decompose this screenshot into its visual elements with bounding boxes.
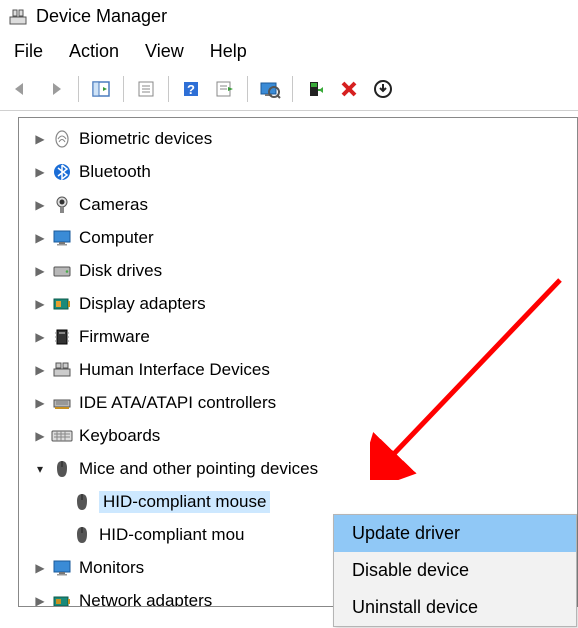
tree-label: HID-compliant mouse [99, 491, 270, 513]
tree-item-computer[interactable]: ▶ Computer [31, 221, 577, 254]
camera-icon [51, 194, 73, 216]
menu-help[interactable]: Help [210, 41, 247, 62]
disk-icon [51, 260, 73, 282]
expand-icon[interactable]: ▶ [31, 396, 49, 410]
tree-label: Firmware [79, 327, 150, 347]
mouse-icon [71, 524, 93, 546]
tree-label: Disk drives [79, 261, 162, 281]
tree-label: HID-compliant mou [99, 525, 245, 545]
display-adapter-icon [51, 293, 73, 315]
svg-text:?: ? [187, 82, 195, 97]
expand-icon[interactable]: ▶ [31, 561, 49, 575]
toolbar-separator [123, 76, 124, 102]
toolbar-separator [292, 76, 293, 102]
firmware-icon [51, 326, 73, 348]
forward-button[interactable] [40, 74, 72, 104]
expand-icon[interactable]: ▶ [31, 429, 49, 443]
menu-view[interactable]: View [145, 41, 184, 62]
context-uninstall-device[interactable]: Uninstall device [334, 589, 576, 626]
update-driver-button[interactable] [299, 74, 331, 104]
ide-icon [51, 392, 73, 414]
disable-device-button[interactable] [367, 74, 399, 104]
tree-item-keyboards[interactable]: ▶ Keyboards [31, 419, 577, 452]
biometric-icon [51, 128, 73, 150]
tree-label: Keyboards [79, 426, 160, 446]
tree-item-firmware[interactable]: ▶ Firmware [31, 320, 577, 353]
title-bar: Device Manager [0, 0, 578, 29]
tree-label: Biometric devices [79, 129, 212, 149]
monitor-icon [51, 557, 73, 579]
tree-label: Cameras [79, 195, 148, 215]
hid-icon [51, 359, 73, 381]
tree-item-display-adapters[interactable]: ▶ Display adapters [31, 287, 577, 320]
show-hide-console-button[interactable] [85, 74, 117, 104]
computer-icon [51, 227, 73, 249]
context-disable-device[interactable]: Disable device [334, 552, 576, 589]
back-button[interactable] [6, 74, 38, 104]
menu-bar: File Action View Help [0, 29, 578, 72]
keyboard-icon [51, 425, 73, 447]
expand-icon[interactable]: ▶ [31, 165, 49, 179]
tree-label: Mice and other pointing devices [79, 459, 318, 479]
expand-icon[interactable]: ▶ [31, 264, 49, 278]
menu-file[interactable]: File [14, 41, 43, 62]
collapse-icon[interactable]: ▾ [31, 462, 49, 476]
tree-label: Bluetooth [79, 162, 151, 182]
tree-item-cameras[interactable]: ▶ Cameras [31, 188, 577, 221]
menu-action[interactable]: Action [69, 41, 119, 62]
device-manager-icon [8, 7, 28, 27]
tree-item-hid[interactable]: ▶ Human Interface Devices [31, 353, 577, 386]
mouse-icon [51, 458, 73, 480]
tree-item-biometric[interactable]: ▶ Biometric devices [31, 122, 577, 155]
scan-hardware-button[interactable] [254, 74, 286, 104]
toolbar: ? [0, 72, 578, 111]
tree-label: Network adapters [79, 591, 212, 608]
toolbar-separator [247, 76, 248, 102]
expand-icon[interactable]: ▶ [31, 363, 49, 377]
help-button[interactable]: ? [175, 74, 207, 104]
tree-label: Human Interface Devices [79, 360, 270, 380]
tree-label: Computer [79, 228, 154, 248]
expand-icon[interactable]: ▶ [31, 594, 49, 608]
expand-icon[interactable]: ▶ [31, 330, 49, 344]
context-update-driver[interactable]: Update driver [334, 515, 576, 552]
expand-icon[interactable]: ▶ [31, 132, 49, 146]
toolbar-separator [78, 76, 79, 102]
expand-icon[interactable]: ▶ [31, 198, 49, 212]
tree-label: Monitors [79, 558, 144, 578]
tree-item-disk-drives[interactable]: ▶ Disk drives [31, 254, 577, 287]
tree-label: IDE ATA/ATAPI controllers [79, 393, 276, 413]
expand-icon[interactable]: ▶ [31, 231, 49, 245]
uninstall-device-button[interactable] [333, 74, 365, 104]
window-title: Device Manager [36, 6, 167, 27]
context-menu: Update driver Disable device Uninstall d… [333, 514, 577, 627]
action-button[interactable] [209, 74, 241, 104]
tree-label: Display adapters [79, 294, 206, 314]
toolbar-separator [168, 76, 169, 102]
tree-item-mice[interactable]: ▾ Mice and other pointing devices [31, 452, 577, 485]
mouse-icon [71, 491, 93, 513]
network-icon [51, 590, 73, 608]
properties-button[interactable] [130, 74, 162, 104]
tree-item-ide[interactable]: ▶ IDE ATA/ATAPI controllers [31, 386, 577, 419]
bluetooth-icon [51, 161, 73, 183]
tree-item-bluetooth[interactable]: ▶ Bluetooth [31, 155, 577, 188]
expand-icon[interactable]: ▶ [31, 297, 49, 311]
